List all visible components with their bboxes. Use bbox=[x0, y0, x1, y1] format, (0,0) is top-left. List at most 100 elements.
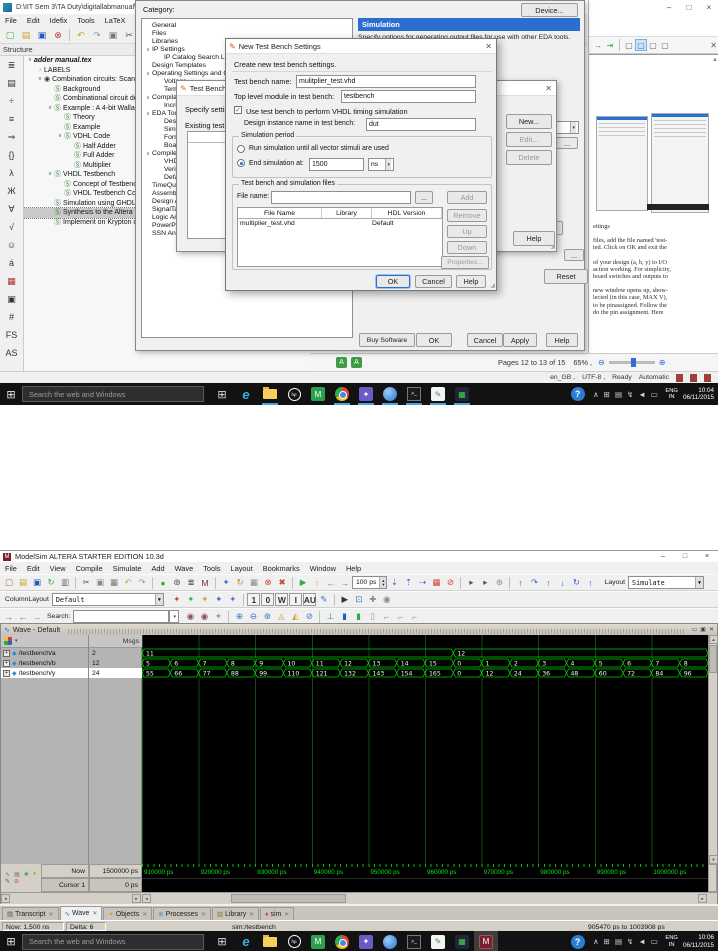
ts-menu-idefix[interactable]: Idefix bbox=[45, 16, 73, 25]
taskbar-app-folder[interactable] bbox=[258, 383, 282, 405]
language-indicator[interactable]: ENG IN bbox=[665, 935, 678, 948]
dock-icon[interactable]: ▭ bbox=[692, 626, 698, 633]
scroll-right-icon[interactable]: ► bbox=[132, 894, 141, 903]
find-options-icon[interactable]: ✦ bbox=[212, 610, 225, 623]
file-table[interactable]: File Name Library HDL Version multiplier… bbox=[237, 207, 443, 267]
symbol-icon[interactable]: FS bbox=[3, 326, 21, 344]
browse-button[interactable]: ... bbox=[415, 191, 433, 204]
encoding-status[interactable]: UTF-8 , bbox=[582, 374, 605, 381]
scrollbar-thumb[interactable] bbox=[231, 894, 346, 903]
presentation-icon[interactable]: ▢ bbox=[659, 39, 671, 51]
close-icon[interactable]: ✕ bbox=[485, 42, 492, 51]
print-icon[interactable]: ▥ bbox=[59, 576, 72, 589]
start-button[interactable]: ⊞ bbox=[0, 383, 22, 405]
zoom-range-icon[interactable]: ◭ bbox=[289, 610, 302, 623]
tab-library[interactable]: ▥ Library ✕ bbox=[211, 907, 260, 920]
taskbar-app-folder[interactable] bbox=[258, 931, 282, 951]
zoom-mode-icon[interactable]: ⊡ bbox=[352, 593, 365, 606]
taskbar-app-edge[interactable]: e bbox=[234, 383, 258, 405]
cut-icon[interactable]: ✂ bbox=[80, 576, 93, 589]
find-prev-icon[interactable]: ◉ bbox=[198, 610, 211, 623]
instance-input[interactable]: dut bbox=[366, 118, 476, 131]
taskbar-app-taskview[interactable]: ⊞ bbox=[210, 383, 234, 405]
down-button[interactable]: Down bbox=[447, 241, 487, 254]
tb-name-input[interactable]: mulitplier_test.vhd bbox=[296, 75, 476, 88]
close-tab-icon[interactable]: ✕ bbox=[142, 911, 147, 918]
buy-software-button[interactable]: Buy Software bbox=[359, 333, 415, 347]
category-item[interactable]: General bbox=[142, 22, 352, 30]
remove-from-wave-icon[interactable]: ← bbox=[17, 610, 30, 623]
file-name-input[interactable] bbox=[271, 191, 411, 204]
stop-sim-icon[interactable]: ▦ bbox=[430, 576, 443, 589]
zoom-in-icon[interactable]: ⊕ bbox=[659, 358, 666, 367]
cursor-track[interactable] bbox=[142, 878, 708, 892]
step-over-icon[interactable]: ⇡ bbox=[402, 576, 415, 589]
taskbar-app-purple[interactable]: ✦ bbox=[354, 383, 378, 405]
time-step-spinbox[interactable]: 100 ps ▲ ▼ bbox=[352, 576, 388, 589]
taskbar-app-cmd[interactable]: >_ bbox=[402, 931, 426, 951]
cut-icon[interactable]: ✂ bbox=[122, 28, 136, 42]
clock[interactable]: 10:04 06/11/2015 bbox=[683, 387, 714, 402]
battery-icon[interactable]: ▤ bbox=[615, 390, 622, 399]
ms-menu-bookmarks[interactable]: Bookmarks bbox=[258, 564, 305, 573]
signal-pane-header[interactable]: ▾ bbox=[1, 635, 88, 648]
annotation-icon[interactable]: A bbox=[351, 357, 362, 368]
symbol-icon[interactable]: ▣ bbox=[3, 290, 21, 308]
taskbar-app-chrome[interactable] bbox=[330, 383, 354, 405]
taskbar-app-quartus[interactable]: ▦ bbox=[450, 931, 474, 951]
security-icon[interactable]: ⊞ bbox=[604, 937, 610, 946]
action-center-icon[interactable]: ▭ bbox=[651, 937, 658, 946]
taskbar-app-editor[interactable]: ✎ bbox=[426, 383, 450, 405]
wave-small-icon[interactable]: ∿ bbox=[5, 871, 10, 878]
stop-icon[interactable]: ✖ bbox=[276, 576, 289, 589]
taskbar-app-taskview[interactable]: ⊞ bbox=[210, 931, 234, 951]
symbol-icon[interactable]: Ж bbox=[3, 182, 21, 200]
linebreak-status[interactable]: Automatic bbox=[639, 374, 669, 381]
cancel-button[interactable]: Cancel bbox=[415, 275, 452, 288]
network-icon[interactable]: ↯ bbox=[627, 390, 633, 399]
help-button[interactable]: Help bbox=[456, 275, 486, 288]
move-up-icon[interactable]: ↑ bbox=[514, 576, 527, 589]
up-button[interactable]: Up bbox=[447, 225, 487, 238]
taskbar-app-purple[interactable]: ✦ bbox=[354, 931, 378, 951]
cursor-edit-icon[interactable]: ⌐ bbox=[408, 610, 421, 623]
symbol-icon[interactable]: ▤ bbox=[3, 74, 21, 92]
compile-icon[interactable]: ● bbox=[157, 576, 170, 589]
top-level-input[interactable]: testbench bbox=[341, 90, 476, 103]
horizontal-scrollbar[interactable]: ◄ ► ◄ ► bbox=[1, 892, 717, 904]
category-item[interactable]: Files bbox=[142, 30, 352, 38]
wave-color-icon-4[interactable]: ✦ bbox=[212, 593, 225, 606]
cursor-label[interactable]: Cursor 1 bbox=[41, 878, 89, 892]
cancel-button[interactable]: Cancel bbox=[467, 333, 503, 347]
facing-pages-icon[interactable]: ▢ bbox=[635, 39, 647, 51]
annotation-icon[interactable]: A bbox=[336, 357, 347, 368]
minimize-icon[interactable]: – bbox=[659, 0, 679, 14]
wave-color-icon-2[interactable]: ✦ bbox=[184, 593, 197, 606]
refresh-icon[interactable]: ↻ bbox=[570, 576, 583, 589]
new-document-icon[interactable]: ▢ bbox=[3, 28, 17, 42]
break-all-icon[interactable]: ⊘ bbox=[444, 576, 457, 589]
grid-small-icon[interactable]: ▦ bbox=[14, 871, 20, 878]
reorder-icon[interactable]: ↷ bbox=[528, 576, 541, 589]
ms-menu-layout[interactable]: Layout bbox=[225, 564, 257, 573]
taskbar-app-hp[interactable]: hp bbox=[282, 931, 306, 951]
taskbar-app-cmd[interactable]: >_ bbox=[402, 383, 426, 405]
add-small-icon[interactable]: ✚ bbox=[24, 871, 29, 878]
taskbar-app-modelsim[interactable]: M bbox=[474, 930, 498, 951]
wave-window-titlebar[interactable]: ∿ Wave - Default ▭ ▣ ✕ bbox=[1, 624, 717, 635]
ms-menu-wave[interactable]: Wave bbox=[170, 564, 199, 573]
table-row[interactable]: multiplier_test.vhd Default bbox=[238, 219, 442, 229]
force-i-icon[interactable]: I bbox=[289, 593, 303, 606]
expand-icon[interactable]: + bbox=[3, 649, 10, 657]
symbol-icon[interactable]: ÷ bbox=[3, 92, 21, 110]
ms-menu-tools[interactable]: Tools bbox=[198, 564, 225, 573]
run-until-radio[interactable] bbox=[237, 145, 245, 153]
start-button[interactable]: ⊞ bbox=[0, 931, 22, 951]
force-au-icon[interactable]: AU bbox=[303, 593, 317, 606]
tab-transcript[interactable]: ▤ Transcript ✕ bbox=[2, 907, 59, 920]
close-icon[interactable]: ✕ bbox=[545, 84, 552, 93]
pdf-document[interactable]: ▲ ettings files, add the file named 'test… bbox=[589, 54, 718, 353]
minimize-icon[interactable]: – bbox=[652, 551, 674, 562]
save-icon[interactable]: ▣ bbox=[31, 576, 44, 589]
device-button[interactable]: Device... bbox=[521, 3, 578, 17]
